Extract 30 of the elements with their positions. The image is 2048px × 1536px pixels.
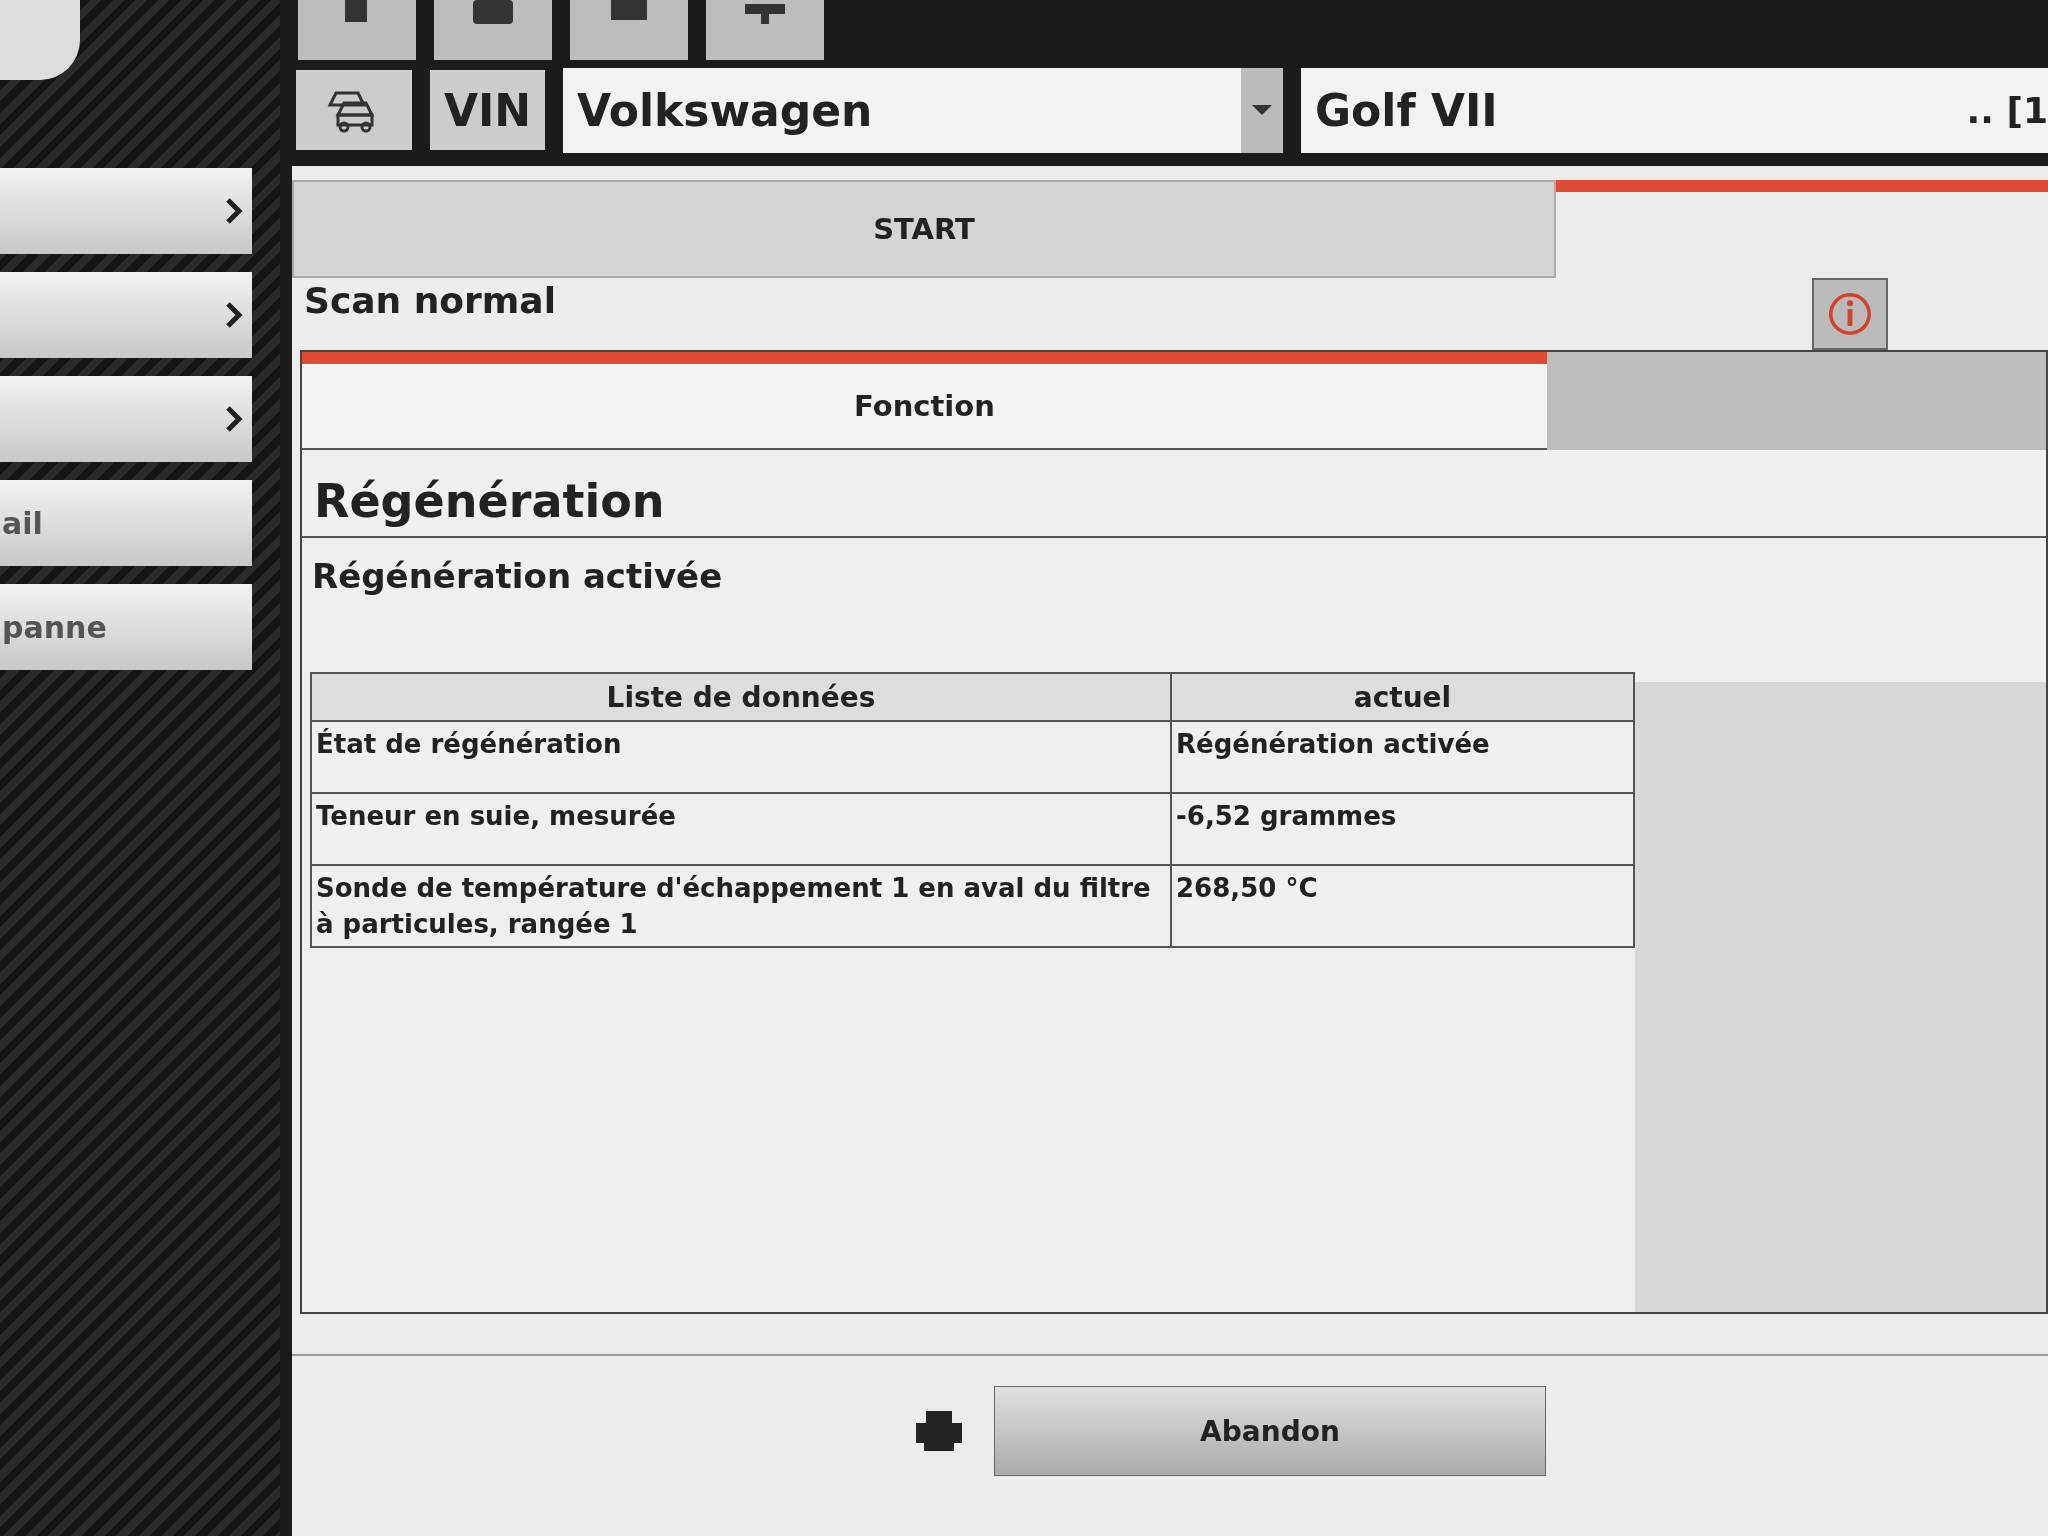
table-cell: 268,50 °C [1171, 865, 1634, 947]
sidebar-item[interactable]: ail [0, 480, 252, 566]
table-cell: -6,52 grammes [1171, 793, 1634, 865]
table-cell: Teneur en suie, mesurée [311, 793, 1171, 865]
make-dropdown[interactable]: Volkswagen [563, 67, 1283, 153]
table-cell: Régénération activée [1171, 721, 1634, 793]
dropdown-arrow-icon [1252, 105, 1272, 115]
vehicles-button[interactable] [296, 70, 412, 150]
sidebar-item[interactable]: panne [0, 584, 252, 670]
column-header: actuel [1171, 673, 1634, 721]
function-heading: Régénération [302, 460, 2046, 538]
function-tab[interactable]: Fonction [302, 352, 1547, 450]
info-button[interactable] [1812, 278, 1888, 350]
toolbar-button[interactable] [434, 0, 552, 60]
cancel-button[interactable]: Abandon [994, 1386, 1546, 1476]
scan-mode-label: Scan normal [304, 280, 556, 321]
table-cell: Sonde de température d'échappement 1 en aval du filtre à particules, rangée 1 [311, 865, 1171, 947]
model-field[interactable]: Golf VII .. [1 [1301, 67, 2048, 153]
chevron-icon [224, 196, 244, 226]
chevron-icon [224, 404, 244, 434]
table-cell: État de régénération [311, 721, 1171, 793]
toolbar-button[interactable] [706, 0, 824, 60]
toolbar-button[interactable] [570, 0, 688, 60]
start-tab[interactable]: START [292, 180, 1556, 278]
status-text: Régénération activée [311, 555, 724, 598]
column-header: Liste de données [311, 673, 1171, 721]
vin-button[interactable]: VIN [430, 70, 545, 150]
info-icon [1826, 290, 1874, 338]
chevron-icon [224, 300, 244, 330]
toolbar-button[interactable] [298, 0, 416, 60]
